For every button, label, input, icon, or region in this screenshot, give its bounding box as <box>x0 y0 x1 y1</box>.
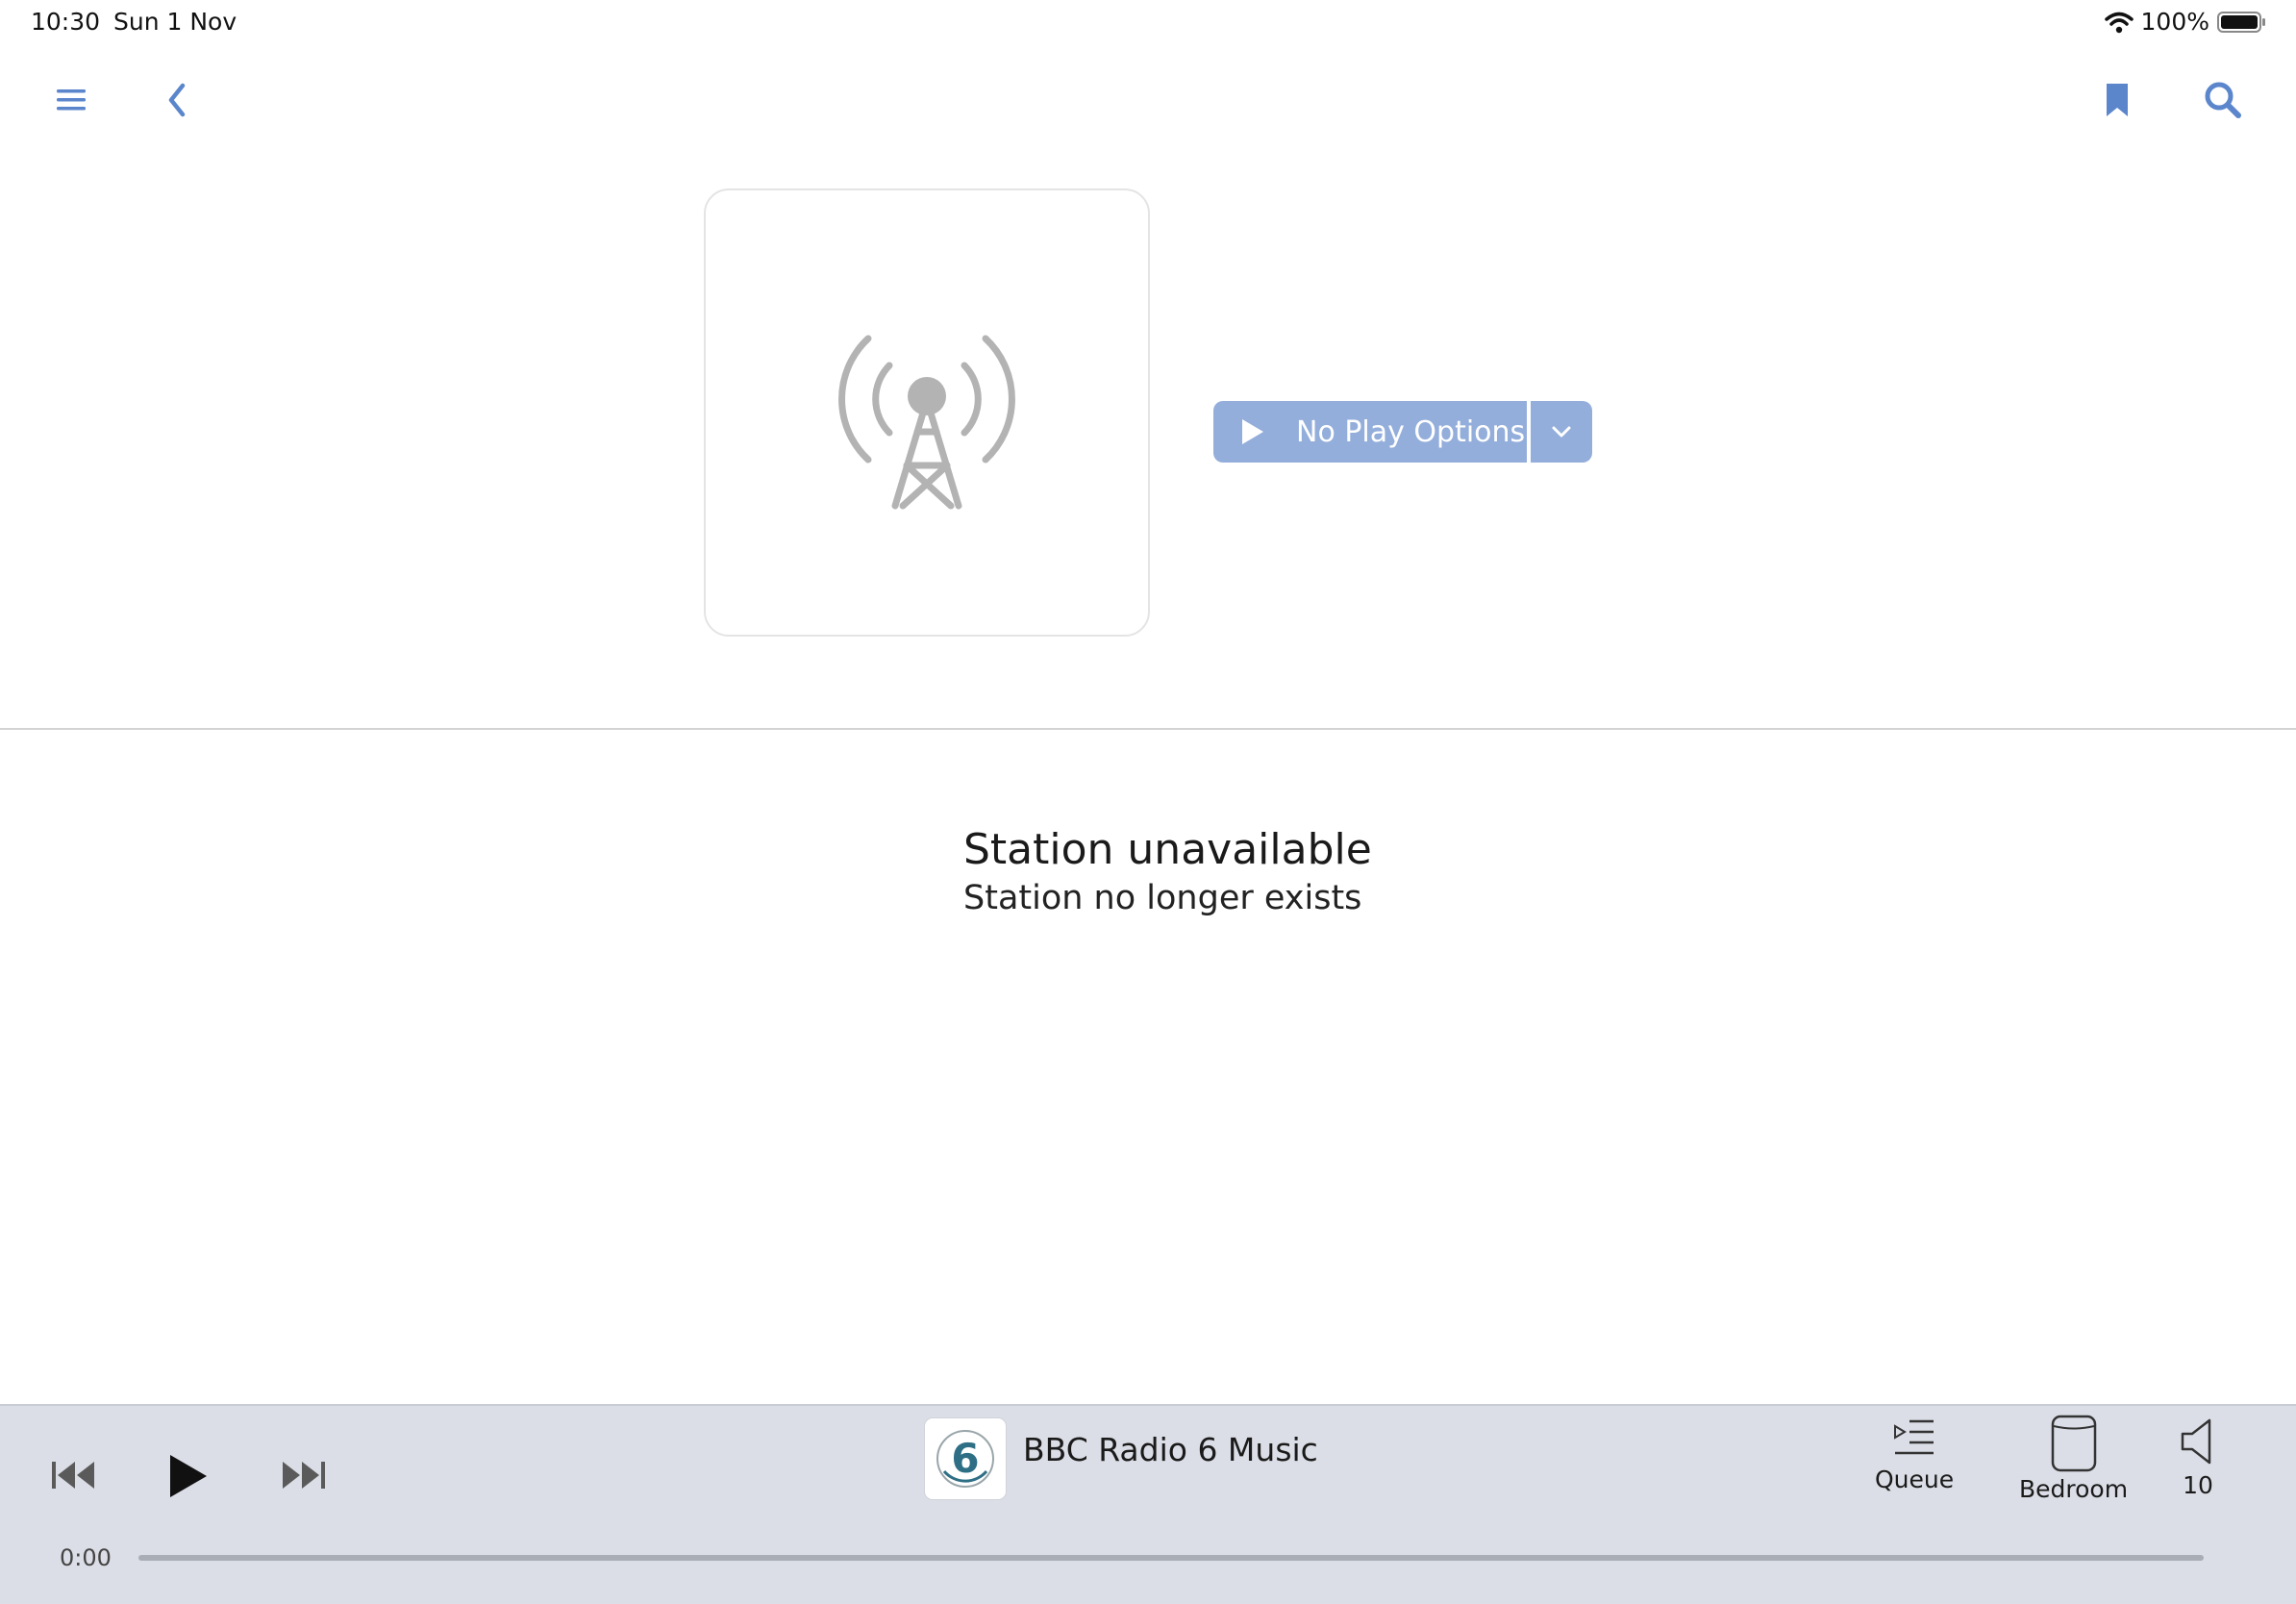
menu-button[interactable] <box>42 71 100 129</box>
svg-text:6: 6 <box>951 1435 979 1482</box>
message-title: Station unavailable <box>963 825 1372 874</box>
battery-percent: 100% <box>2140 8 2209 36</box>
play-icon <box>1242 419 1263 444</box>
station-logo[interactable]: 6 <box>925 1418 1006 1499</box>
hamburger-icon <box>57 89 86 111</box>
elapsed-time: 0:00 <box>60 1544 112 1571</box>
speaker-icon <box>2051 1415 2096 1472</box>
search-icon <box>2205 82 2241 118</box>
room-label: Bedroom <box>2019 1475 2129 1503</box>
play-options-label: No Play Options <box>1296 414 1526 449</box>
section-divider <box>0 728 2296 730</box>
play-icon <box>170 1455 207 1497</box>
room-button[interactable]: Bedroom <box>2019 1414 2128 1503</box>
status-date: Sun 1 Nov <box>113 8 237 36</box>
wifi-icon <box>2104 12 2134 33</box>
message-subtitle: Station no longer exists <box>963 879 1362 917</box>
volume-button[interactable]: 10 <box>2179 1417 2217 1499</box>
progress-bar[interactable] <box>138 1555 2204 1561</box>
chevron-left-icon <box>168 83 186 117</box>
status-time: 10:30 <box>31 8 101 36</box>
battery-icon <box>2217 11 2265 33</box>
play-options-group: No Play Options <box>1213 401 1592 463</box>
play-button[interactable] <box>154 1442 221 1510</box>
bbc-6-music-logo-icon: 6 <box>936 1430 994 1488</box>
bookmark-button[interactable] <box>2088 71 2146 129</box>
volume-level: 10 <box>2183 1471 2213 1499</box>
station-artwork <box>704 188 1150 637</box>
status-bar: 10:30 Sun 1 Nov 100% <box>0 0 2296 46</box>
play-options-button[interactable]: No Play Options <box>1213 401 1527 463</box>
previous-button[interactable] <box>42 1444 104 1506</box>
bookmark-icon <box>2107 84 2128 116</box>
queue-label: Queue <box>1875 1466 1955 1493</box>
queue-icon <box>1894 1419 1934 1455</box>
queue-button[interactable]: Queue <box>1875 1416 1954 1493</box>
now-playing-bar: 6 BBC Radio 6 Music Queue Bedroom 10 0:0… <box>0 1404 2296 1604</box>
now-playing-station[interactable]: BBC Radio 6 Music <box>1023 1431 1318 1468</box>
volume-icon <box>2181 1418 2211 1465</box>
chevron-down-icon <box>1552 426 1571 438</box>
search-button[interactable] <box>2194 71 2252 129</box>
skip-forward-icon <box>283 1462 325 1489</box>
status-indicators: 100% <box>2104 8 2267 36</box>
radio-tower-icon <box>838 335 1015 510</box>
next-button[interactable] <box>273 1444 335 1506</box>
nav-bar <box>0 58 2296 135</box>
back-button[interactable] <box>148 71 206 129</box>
play-options-dropdown[interactable] <box>1531 401 1592 463</box>
skip-back-icon <box>52 1462 94 1489</box>
